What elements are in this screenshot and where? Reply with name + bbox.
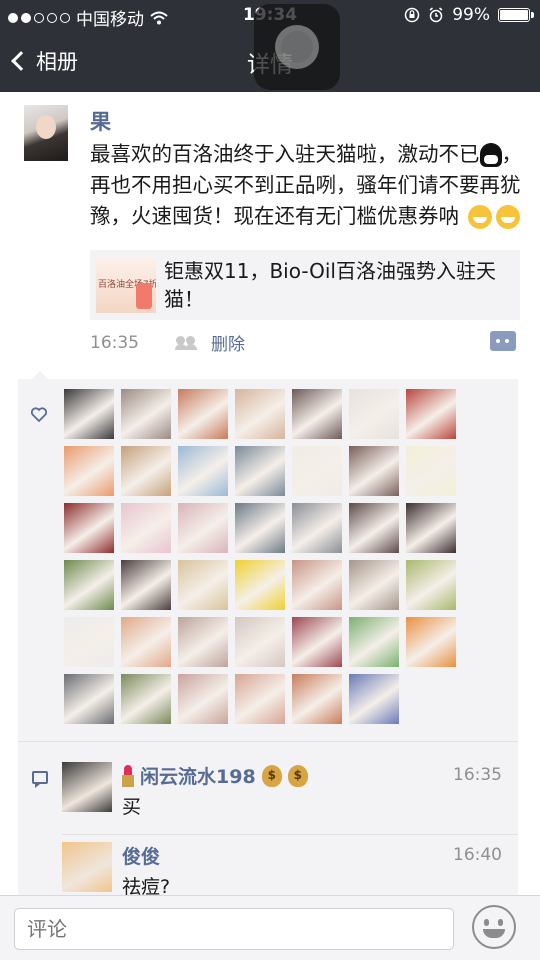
liker-avatar[interactable] <box>292 617 342 667</box>
liker-avatar[interactable] <box>64 674 114 724</box>
delete-button[interactable]: 删除 <box>211 330 245 355</box>
comment-icon <box>32 771 48 788</box>
liker-avatar[interactable] <box>121 446 171 496</box>
liker-avatar[interactable] <box>349 446 399 496</box>
bottle-icon <box>136 283 152 309</box>
lipstick-emoji-icon <box>122 764 134 787</box>
liker-avatar[interactable] <box>235 446 285 496</box>
liker-avatar[interactable] <box>121 560 171 610</box>
liker-avatar[interactable] <box>349 560 399 610</box>
moneybag-emoji-icon <box>287 764 308 787</box>
liker-avatar[interactable] <box>178 560 228 610</box>
liker-avatar[interactable] <box>64 560 114 610</box>
assistive-touch-icon <box>275 25 319 69</box>
liker-avatar[interactable] <box>178 503 228 553</box>
link-thumbnail: 百洛油全场7折 <box>96 257 156 313</box>
author-avatar[interactable] <box>24 105 68 161</box>
comment-input[interactable] <box>14 908 454 950</box>
liker-avatar[interactable] <box>121 389 171 439</box>
grin-emoji-icon <box>467 205 492 229</box>
liker-avatar[interactable] <box>406 446 456 496</box>
status-right-group: 99% <box>404 5 534 25</box>
commenter-name: 俊俊 <box>122 846 161 868</box>
liker-avatar[interactable] <box>121 617 171 667</box>
liker-avatar[interactable] <box>235 503 285 553</box>
rotation-lock-icon <box>404 7 420 23</box>
comment-text: 买 <box>122 796 142 818</box>
liker-avatar[interactable] <box>178 674 228 724</box>
liker-avatar[interactable] <box>292 389 342 439</box>
comment-time: 16:40 <box>453 845 502 865</box>
liker-avatar[interactable] <box>349 389 399 439</box>
post-meta: 16:35 删除 <box>90 330 245 356</box>
shared-link-card[interactable]: 百洛油全场7折 钜惠双11，Bio-Oil百洛油强势入驻天猫！ <box>90 250 520 320</box>
divider <box>18 741 518 742</box>
liker-avatar[interactable] <box>64 617 114 667</box>
top-bar: 中国移动 19:34 99% <box>0 0 540 92</box>
heart-icon <box>30 407 48 422</box>
liker-avatar[interactable] <box>235 389 285 439</box>
comment-divider <box>62 834 518 835</box>
battery-fill <box>500 10 528 20</box>
battery-icon <box>498 8 534 22</box>
liker-avatar[interactable] <box>292 560 342 610</box>
liker-avatar[interactable] <box>178 389 228 439</box>
liker-avatar[interactable] <box>292 674 342 724</box>
link-title: 钜惠双11，Bio-Oil百洛油强势入驻天猫！ <box>164 259 496 311</box>
liker-avatar[interactable] <box>349 617 399 667</box>
liker-avatar[interactable] <box>406 503 456 553</box>
comment-time: 16:35 <box>453 765 502 785</box>
liker-avatar[interactable] <box>178 617 228 667</box>
liker-avatar[interactable] <box>349 503 399 553</box>
visibility-people-icon[interactable] <box>175 335 197 350</box>
liker-avatar[interactable] <box>406 617 456 667</box>
moneybag-emoji-icon <box>261 764 282 787</box>
commenter-name-row[interactable]: 俊俊 <box>122 842 160 869</box>
liker-avatar[interactable] <box>121 503 171 553</box>
liker-avatar[interactable] <box>235 674 285 724</box>
alarm-icon <box>429 7 443 23</box>
liker-avatar[interactable] <box>292 503 342 553</box>
liker-avatar[interactable] <box>235 560 285 610</box>
liker-avatar[interactable] <box>64 446 114 496</box>
liker-avatar[interactable] <box>121 674 171 724</box>
emoji-button[interactable] <box>472 905 516 949</box>
liker-avatars-grid <box>64 389 464 724</box>
grin-emoji-icon <box>495 205 520 229</box>
liker-avatar[interactable] <box>406 560 456 610</box>
liker-avatar[interactable] <box>64 503 114 553</box>
liker-avatar[interactable] <box>235 617 285 667</box>
liker-avatar[interactable] <box>349 674 399 724</box>
qq-penguin-emoji-icon <box>479 143 502 167</box>
battery-percent: 99% <box>452 5 490 25</box>
assistive-touch-button[interactable] <box>254 4 340 90</box>
liker-avatar[interactable] <box>406 389 456 439</box>
post-text-part-1: 最喜欢的百洛油终于入驻天猫啦，激动不已 <box>90 142 480 166</box>
commenter-name: 闲云流水198 <box>140 766 256 788</box>
commenter-avatar[interactable] <box>62 842 112 892</box>
like-comment-menu-button[interactable] <box>490 331 516 351</box>
author-name[interactable]: 果 <box>90 106 111 136</box>
commenter-avatar[interactable] <box>62 762 112 812</box>
avatar-face <box>36 115 56 139</box>
interaction-panel: 闲云流水198 16:35 买 俊俊 16:40 祛痘? <box>18 371 518 899</box>
post-time: 16:35 <box>90 332 139 353</box>
comment-input-bar <box>0 895 540 960</box>
post-text: 最喜欢的百洛油终于入驻天猫啦，激动不已 ，再也不用担心买不到正品咧，骚年们请不要再… <box>90 139 526 232</box>
commenter-name-row[interactable]: 闲云流水198 <box>122 762 308 789</box>
liker-avatar[interactable] <box>292 446 342 496</box>
liker-avatar[interactable] <box>64 389 114 439</box>
liker-avatar[interactable] <box>178 446 228 496</box>
